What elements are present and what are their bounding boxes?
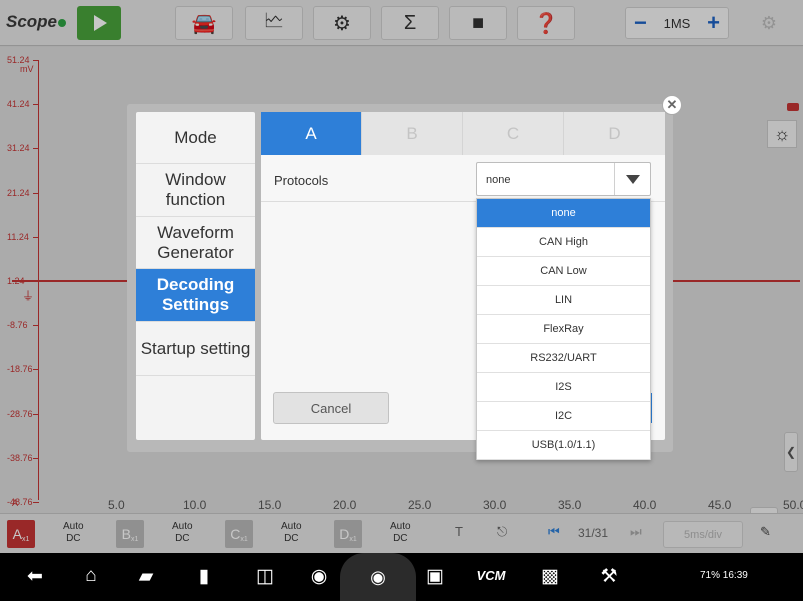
menu-item-window-function[interactable]: Window function xyxy=(136,164,255,217)
dropdown-arrow-icon[interactable] xyxy=(614,163,650,195)
back-icon[interactable]: ⬅ xyxy=(20,565,50,588)
menu-item-decoding-settings[interactable]: Decoding Settings xyxy=(136,269,255,322)
menu-item-waveform-generator[interactable]: Waveform Generator xyxy=(136,217,255,269)
screenshot-button[interactable]: ◉ xyxy=(340,553,416,601)
menu-item-startup-setting[interactable]: Startup setting xyxy=(136,322,255,376)
protocols-select[interactable]: none xyxy=(476,162,651,196)
vcm-icon[interactable]: VCM xyxy=(476,568,506,583)
protocol-option[interactable]: RS232/UART xyxy=(477,344,650,373)
tab-channel-a[interactable]: A xyxy=(261,112,362,155)
protocol-option[interactable]: I2S xyxy=(477,373,650,402)
protocol-option[interactable]: FlexRay xyxy=(477,315,650,344)
protocol-option[interactable]: none xyxy=(477,199,650,228)
protocol-option[interactable]: LIN xyxy=(477,286,650,315)
protocols-selected-value: none xyxy=(486,174,511,186)
protocol-option[interactable]: CAN High xyxy=(477,228,650,257)
protocol-option[interactable]: USB(1.0/1.1) xyxy=(477,431,650,460)
protocols-label: Protocols xyxy=(274,173,329,188)
protocol-option[interactable]: CAN Low xyxy=(477,257,650,286)
display-icon[interactable]: ▣ xyxy=(420,565,450,588)
settings-menu: Mode Window function Waveform Generator … xyxy=(136,112,255,440)
vehicle-home-icon[interactable]: ▰ xyxy=(131,565,161,588)
browser-icon[interactable]: ◉ xyxy=(304,565,334,588)
camera-icon: ◉ xyxy=(370,566,386,587)
protocols-dropdown-list: none CAN High CAN Low LIN FlexRay RS232/UART I… xyxy=(476,198,651,460)
tab-channel-b[interactable]: B xyxy=(362,112,463,155)
close-icon: ✕ xyxy=(666,97,678,112)
menu-item-mode[interactable]: Mode xyxy=(136,112,255,164)
split-screen-icon[interactable]: ◫ xyxy=(250,565,280,588)
tab-channel-d[interactable]: D xyxy=(564,112,665,155)
recent-apps-icon[interactable]: ▮ xyxy=(189,565,219,588)
mechanic-icon[interactable]: ⚒ xyxy=(594,565,624,588)
car-icon[interactable]: ▩ xyxy=(535,565,565,588)
status-indicators: 71% 16:39 xyxy=(700,570,748,581)
home-icon[interactable]: ⌂ xyxy=(76,565,106,587)
cancel-button[interactable]: Cancel xyxy=(273,392,389,424)
protocol-option[interactable]: I2C xyxy=(477,402,650,431)
tab-channel-c[interactable]: C xyxy=(463,112,564,155)
close-dialog-button[interactable]: ✕ xyxy=(662,95,682,115)
